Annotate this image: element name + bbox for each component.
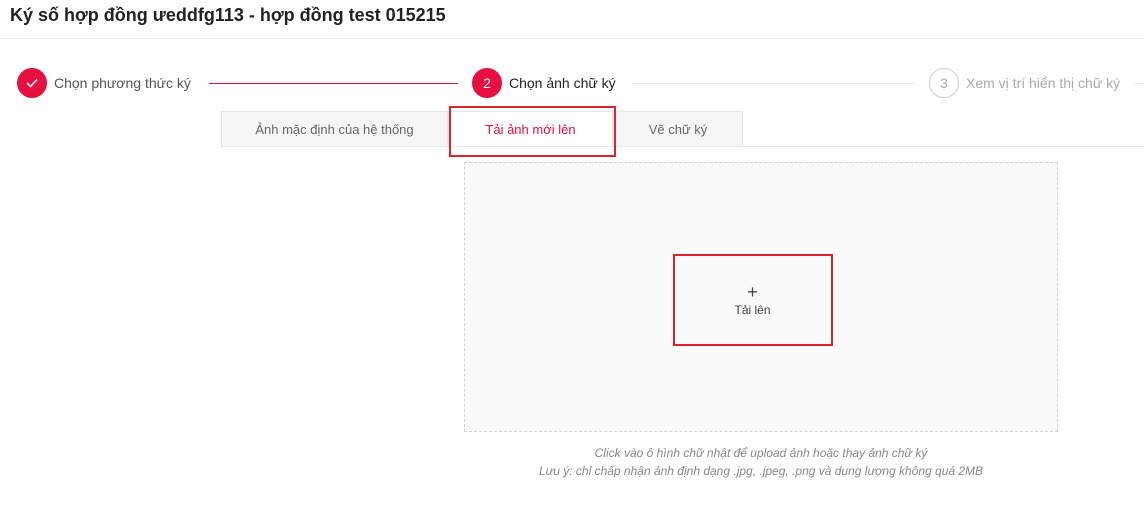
- upload-button-label: Tải lên: [734, 302, 771, 317]
- tabs-baseline: [221, 146, 1144, 147]
- step-2: 2 Chọn ảnh chữ ký: [472, 67, 616, 99]
- plus-icon: +: [747, 281, 758, 302]
- step-connector-1: [209, 83, 458, 84]
- page-title: Ký số hợp đồng ưeddfg113 - hợp đồng test…: [10, 5, 446, 25]
- step-connector-3: [1134, 83, 1144, 84]
- tab-upload-new[interactable]: Tải ảnh mới lên: [448, 111, 613, 146]
- step-3-label: Xem vị trí hiển thị chữ ký: [966, 75, 1121, 91]
- step-1: Chọn phương thức ký: [17, 67, 191, 99]
- upload-note: Lưu ý: chỉ chấp nhận ảnh định dạng .jpg,…: [538, 464, 984, 478]
- step-1-label: Chọn phương thức ký: [54, 75, 191, 91]
- step-3-number: 3: [929, 68, 959, 98]
- check-icon: [17, 68, 47, 98]
- step-2-label: Chọn ảnh chữ ký: [509, 75, 616, 91]
- step-3: 3 Xem vị trí hiển thị chữ ký: [929, 67, 1120, 99]
- tab-default-image[interactable]: Ảnh mặc định của hệ thống: [221, 111, 448, 146]
- upload-hint: Click vào ô hình chữ nhật để upload ảnh …: [594, 446, 928, 460]
- step-2-number: 2: [472, 68, 502, 98]
- upload-button[interactable]: + Tải lên: [675, 256, 830, 344]
- title-divider: [0, 38, 1144, 39]
- step-connector-2: [633, 83, 915, 84]
- tab-draw-signature[interactable]: Vẽ chữ ký: [613, 111, 743, 146]
